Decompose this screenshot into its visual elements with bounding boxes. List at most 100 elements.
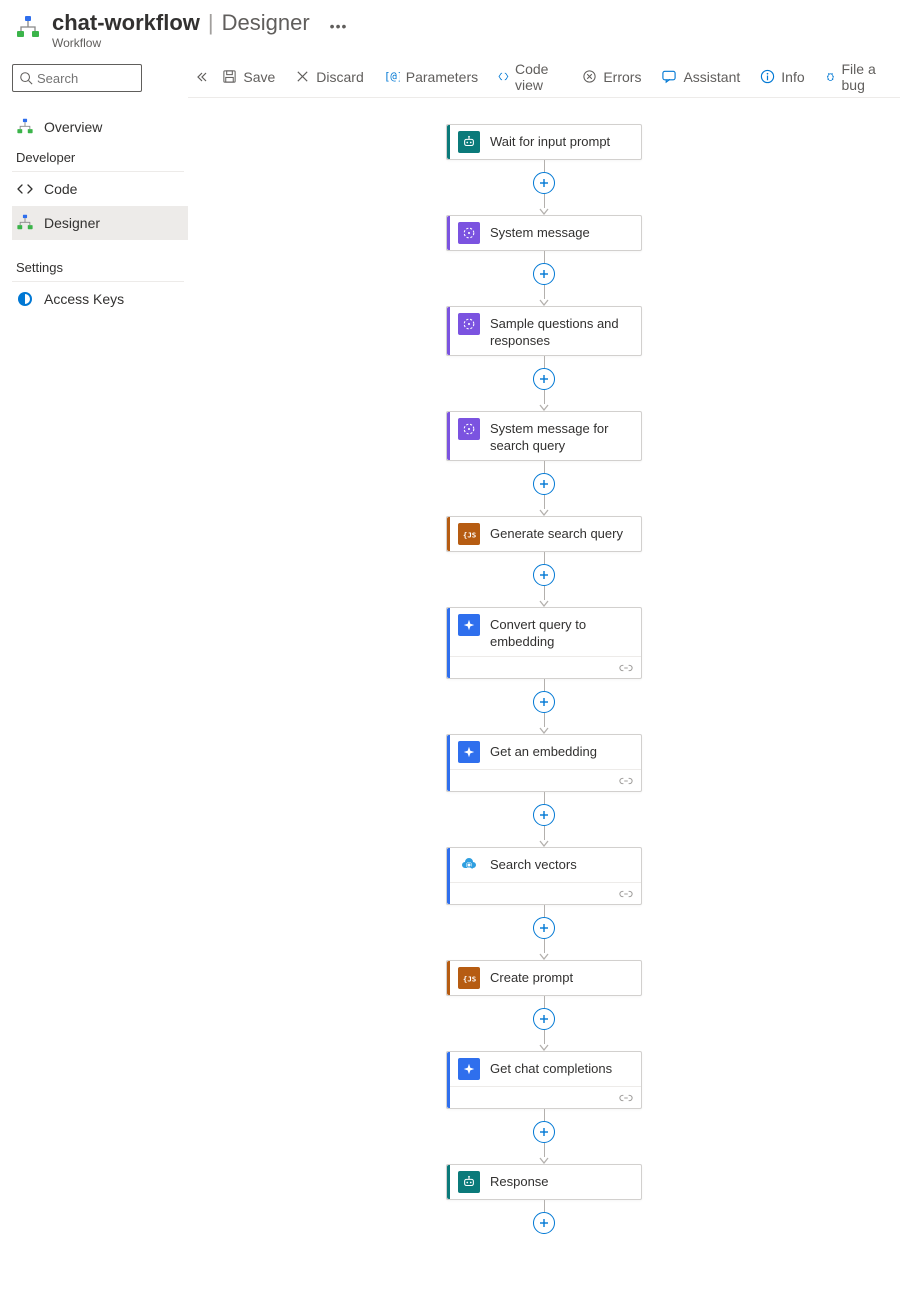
link-icon xyxy=(619,1090,633,1106)
add-step-button[interactable] xyxy=(533,1008,555,1030)
access-keys-icon xyxy=(16,290,34,308)
page-title: chat-workflow xyxy=(52,10,200,36)
node-title: Create prompt xyxy=(490,967,573,986)
add-step-button[interactable] xyxy=(533,691,555,713)
node-title: Sample questions and responses xyxy=(490,313,633,349)
node-title: Generate search query xyxy=(490,523,623,542)
sidebar-item-label: Designer xyxy=(44,215,100,231)
save-button[interactable]: Save xyxy=(214,62,283,92)
toolbar: Save Discard [@] Parameters Code view Er… xyxy=(188,56,900,98)
toolbar-label: Code view xyxy=(515,61,562,93)
parameters-icon: [@] xyxy=(384,69,400,84)
node-title: Convert query to embedding xyxy=(490,614,633,650)
toolbar-collapse-button[interactable] xyxy=(194,71,210,83)
code-icon xyxy=(16,180,34,198)
link-icon xyxy=(619,773,633,789)
link-icon xyxy=(619,660,633,676)
add-step-button[interactable] xyxy=(533,368,555,390)
breadcrumb: Workflow xyxy=(52,36,347,50)
connector xyxy=(533,552,555,607)
save-icon xyxy=(222,69,237,84)
sidebar-item-designer[interactable]: Designer xyxy=(12,206,188,240)
workflow-node[interactable]: Search vectors xyxy=(446,847,642,905)
connector xyxy=(533,251,555,306)
main-area: Save Discard [@] Parameters Code view Er… xyxy=(188,56,900,1310)
sidebar: Overview Developer Code Designer Setting… xyxy=(0,56,188,1310)
compose-icon xyxy=(458,418,480,440)
bug-icon xyxy=(825,69,836,84)
overview-icon xyxy=(16,118,34,136)
node-footer xyxy=(450,656,641,678)
add-step-button[interactable] xyxy=(533,172,555,194)
add-step-button[interactable] xyxy=(533,804,555,826)
info-button[interactable]: Info xyxy=(752,62,812,92)
svg-text:[@]: [@] xyxy=(384,70,400,83)
connector xyxy=(533,356,555,411)
code-view-button[interactable]: Code view xyxy=(490,62,570,92)
toolbar-label: Info xyxy=(781,69,804,85)
sidebar-item-label: Overview xyxy=(44,119,102,135)
add-step-button[interactable] xyxy=(533,1121,555,1143)
toolbar-label: File a bug xyxy=(842,61,886,93)
node-footer xyxy=(450,769,641,791)
file-bug-button[interactable]: File a bug xyxy=(817,62,894,92)
sidebar-item-overview[interactable]: Overview xyxy=(12,110,188,144)
search-icon xyxy=(19,71,33,85)
connector xyxy=(533,679,555,734)
connector xyxy=(533,1109,555,1164)
connector xyxy=(533,792,555,847)
compose-icon xyxy=(458,222,480,244)
node-footer xyxy=(450,882,641,904)
node-footer xyxy=(450,1086,641,1108)
info-icon xyxy=(760,69,775,84)
agent-icon xyxy=(458,131,480,153)
workflow-node[interactable]: Get an embedding xyxy=(446,734,642,792)
workflow-node[interactable]: Convert query to embedding xyxy=(446,607,642,679)
errors-button[interactable]: Errors xyxy=(574,62,649,92)
toolbar-label: Parameters xyxy=(406,69,478,85)
sidebar-item-code[interactable]: Code xyxy=(12,172,188,206)
workflow-node[interactable]: {JS} Generate search query xyxy=(446,516,642,552)
workflow-node[interactable]: Wait for input prompt xyxy=(446,124,642,160)
node-title: Wait for input prompt xyxy=(490,131,610,150)
spark-icon xyxy=(458,614,480,636)
parameters-button[interactable]: [@] Parameters xyxy=(376,62,486,92)
compose-icon xyxy=(458,313,480,335)
add-step-button[interactable] xyxy=(533,564,555,586)
workflow-node[interactable]: Get chat completions xyxy=(446,1051,642,1109)
workflow-node[interactable]: Response xyxy=(446,1164,642,1200)
assistant-button[interactable]: Assistant xyxy=(653,62,748,92)
sidebar-item-access-keys[interactable]: Access Keys xyxy=(12,282,188,316)
sidebar-group-developer: Developer xyxy=(12,144,184,172)
title-divider: | xyxy=(208,10,214,36)
assistant-icon xyxy=(661,69,677,84)
workflow-node[interactable]: Sample questions and responses xyxy=(446,306,642,356)
discard-button[interactable]: Discard xyxy=(287,62,371,92)
add-step-button[interactable] xyxy=(533,1212,555,1234)
designer-icon xyxy=(16,214,34,232)
toolbar-label: Save xyxy=(243,69,275,85)
sidebar-search[interactable] xyxy=(12,64,142,92)
workflow-node[interactable]: {JS}Create prompt xyxy=(446,960,642,996)
add-step-button[interactable] xyxy=(533,263,555,285)
add-step-button[interactable] xyxy=(533,473,555,495)
add-step-button[interactable] xyxy=(533,917,555,939)
more-icon[interactable]: ••• xyxy=(330,12,348,34)
connector xyxy=(533,1200,555,1234)
search-input[interactable] xyxy=(37,71,135,86)
page-section: Designer xyxy=(222,10,310,36)
workflow-node[interactable]: System message for search query xyxy=(446,411,642,461)
sidebar-group-settings: Settings xyxy=(12,254,184,282)
page-header: chat-workflow | Designer ••• Workflow xyxy=(0,0,900,56)
errors-icon xyxy=(582,69,597,84)
sidebar-item-label: Access Keys xyxy=(44,291,124,307)
toolbar-label: Errors xyxy=(603,69,641,85)
spark-icon xyxy=(458,741,480,763)
cloud-search-icon xyxy=(458,854,480,876)
connector xyxy=(533,905,555,960)
designer-canvas[interactable]: Wait for input prompt System message Sampl… xyxy=(188,98,900,1310)
js-icon: {JS} xyxy=(458,523,480,545)
workflow-node[interactable]: System message xyxy=(446,215,642,251)
svg-text:{JS}: {JS} xyxy=(463,531,476,540)
connector xyxy=(533,996,555,1051)
